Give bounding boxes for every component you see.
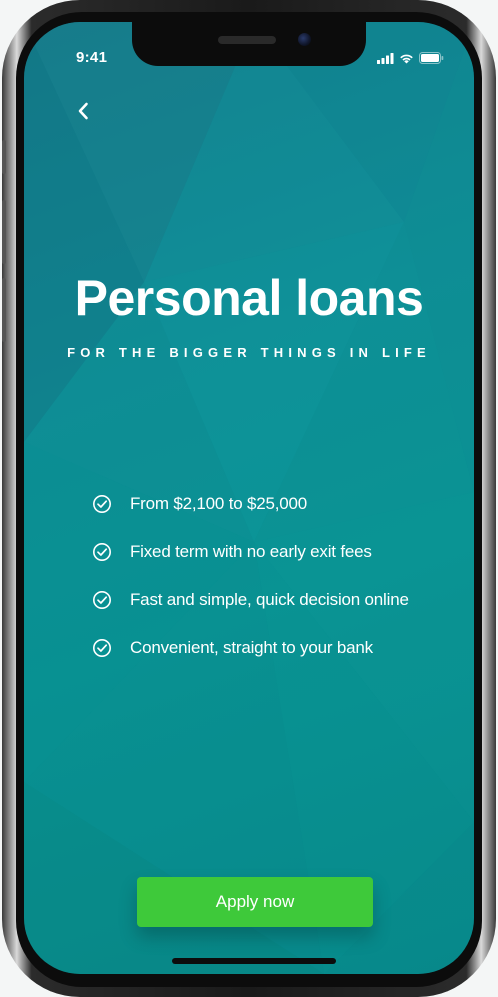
notch [132,22,366,66]
volume-up-button [2,200,6,264]
volume-down-button [2,278,6,342]
feature-item: Fast and simple, quick decision online [92,588,409,612]
mute-switch [2,140,6,174]
signal-icon [377,53,394,64]
battery-icon [419,52,444,64]
feature-item: From $2,100 to $25,000 [92,492,409,516]
feature-list: From $2,100 to $25,000 Fixed term with n… [92,492,409,684]
feature-text: Convenient, straight to your bank [130,638,373,657]
feature-text: Fixed term with no early exit fees [130,542,372,561]
page-subtitle: FOR THE BIGGER THINGS IN LIFE [67,345,431,360]
feature-text: From $2,100 to $25,000 [130,494,308,513]
apply-now-button[interactable]: Apply now [137,877,373,927]
page-title: Personal loans [74,270,424,326]
check-circle-icon [92,638,112,658]
check-circle-icon [92,542,112,562]
feature-text: Fast and simple, quick decision online [130,590,409,609]
wifi-icon [400,54,413,64]
front-camera [298,33,311,46]
back-button[interactable] [68,96,98,126]
speaker-grille [218,36,276,44]
status-time: 9:41 [76,49,108,66]
home-indicator [172,958,336,964]
feature-item: Fixed term with no early exit fees [92,540,409,564]
phone-frame: 9:41 Personal loans FOR THE BIGGER THING… [2,0,496,997]
check-circle-icon [92,494,112,514]
chevron-left-icon [78,102,88,120]
screen: 9:41 Personal loans FOR THE BIGGER THING… [24,22,474,974]
check-circle-icon [92,590,112,610]
feature-item: Convenient, straight to your bank [92,636,409,660]
status-icons [377,50,444,64]
